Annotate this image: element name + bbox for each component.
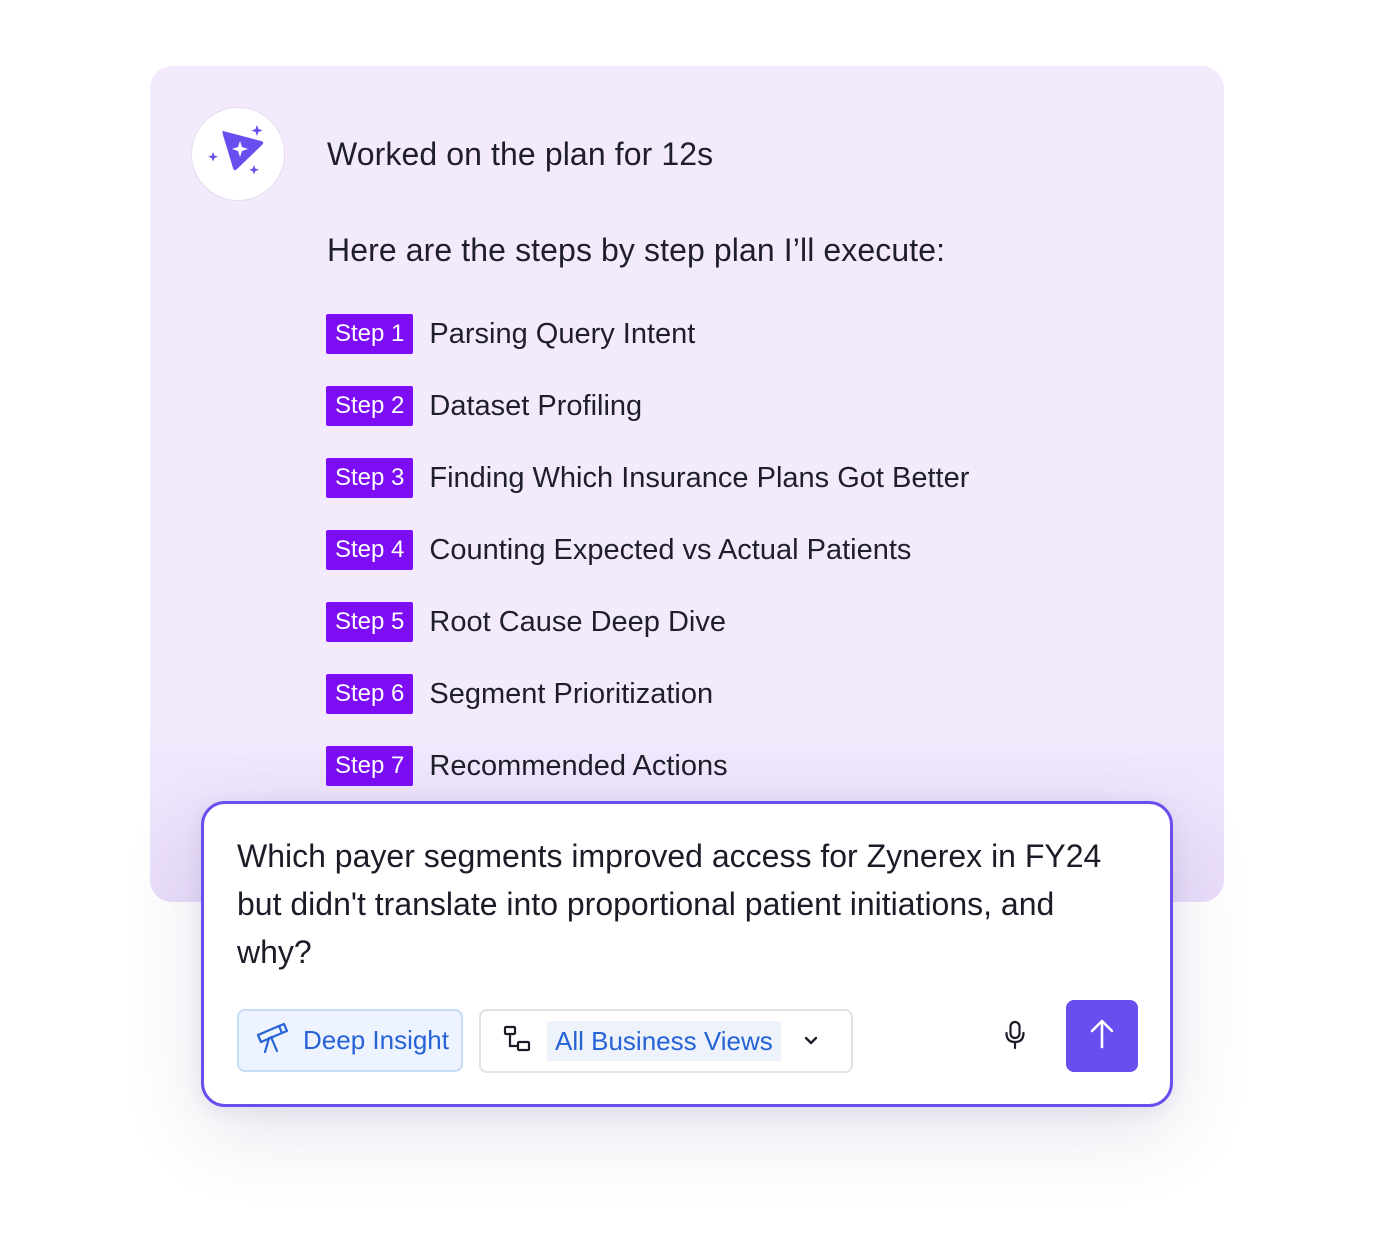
step-label: Dataset Profiling (429, 389, 643, 422)
plan-step: Step 7 Recommended Actions (326, 746, 969, 786)
hierarchy-icon (503, 1025, 531, 1058)
telescope-icon (255, 1021, 289, 1060)
plan-step: Step 2 Dataset Profiling (326, 386, 969, 426)
plan-step: Step 3 Finding Which Insurance Plans Got… (326, 458, 969, 498)
send-button[interactable] (1066, 1000, 1138, 1072)
step-label: Root Cause Deep Dive (429, 605, 726, 638)
plan-steps: Step 1 Parsing Query Intent Step 2 Datas… (326, 314, 969, 818)
step-badge: Step 7 (326, 746, 414, 786)
step-badge: Step 2 (326, 386, 414, 426)
sparkle-play-icon (207, 121, 269, 188)
plan-status: Worked on the plan for 12s (327, 136, 714, 172)
arrow-up-icon (1089, 1018, 1115, 1055)
deep-insight-toggle[interactable]: Deep Insight (237, 1009, 463, 1072)
deep-insight-label: Deep Insight (303, 1025, 449, 1055)
microphone-icon (1004, 1020, 1026, 1055)
step-label: Parsing Query Intent (429, 317, 696, 350)
plan-step: Step 6 Segment Prioritization (326, 674, 969, 714)
chevron-down-icon[interactable] (803, 1035, 819, 1047)
step-label: Recommended Actions (429, 749, 728, 782)
assistant-avatar (191, 107, 285, 201)
prompt-text[interactable]: Which payer segments improved access for… (237, 832, 1117, 976)
plan-step: Step 5 Root Cause Deep Dive (326, 602, 969, 642)
step-badge: Step 3 (326, 458, 414, 498)
step-label: Segment Prioritization (429, 677, 714, 710)
plan-card: Worked on the plan for 12s Here are the … (150, 66, 1224, 902)
business-views-value: All Business Views (547, 1021, 781, 1061)
step-label: Counting Expected vs Actual Patients (429, 533, 912, 566)
prompt-input-box[interactable]: Which payer segments improved access for… (201, 801, 1173, 1107)
chat-stage: Worked on the plan for 12s Here are the … (0, 0, 1376, 1259)
step-badge: Step 5 (326, 602, 414, 642)
business-views-select[interactable]: All Business Views (479, 1009, 853, 1073)
plan-step: Step 1 Parsing Query Intent (326, 314, 969, 354)
microphone-button[interactable] (999, 1019, 1031, 1055)
plan-intro: Here are the steps by step plan I’ll exe… (327, 232, 946, 268)
step-badge: Step 6 (326, 674, 414, 714)
step-badge: Step 4 (326, 530, 414, 570)
step-badge: Step 1 (326, 314, 414, 354)
plan-step: Step 4 Counting Expected vs Actual Patie… (326, 530, 969, 570)
step-label: Finding Which Insurance Plans Got Better (429, 461, 970, 494)
